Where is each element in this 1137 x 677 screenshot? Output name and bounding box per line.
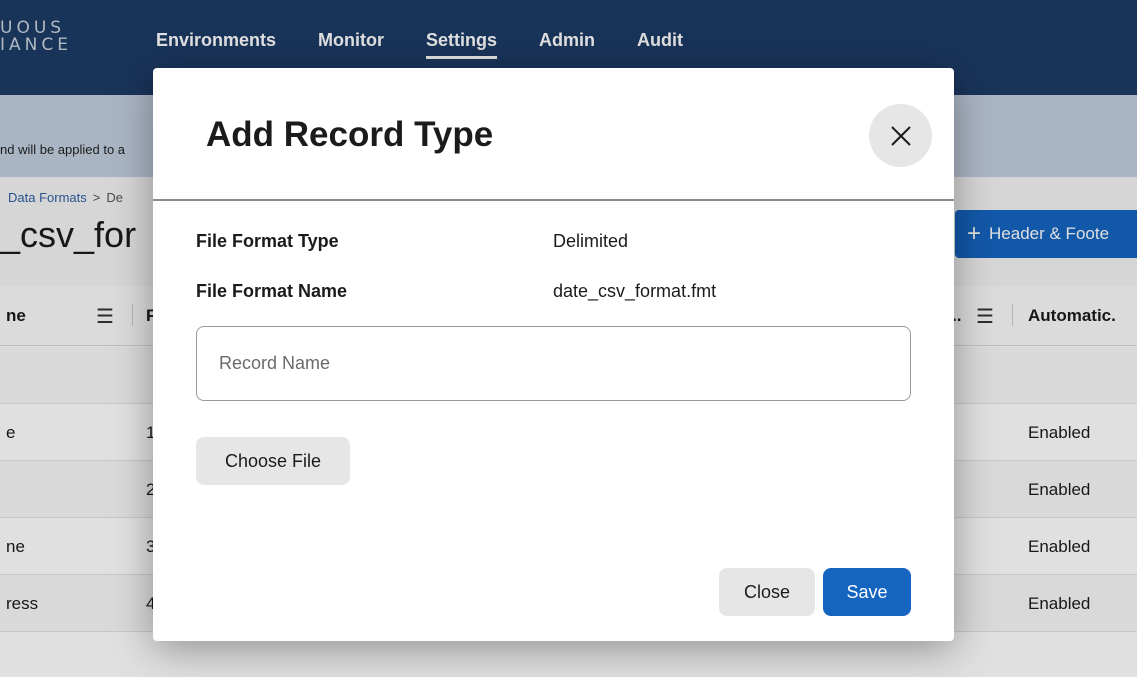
- file-format-type-value: Delimited: [553, 231, 629, 251]
- file-format-name-value: date_csv_format.fmt: [553, 281, 717, 301]
- choose-file-button[interactable]: Choose File: [196, 437, 350, 485]
- save-button[interactable]: Save: [823, 568, 911, 616]
- file-format-name-label: File Format Name: [196, 281, 348, 301]
- dialog-title: Add Record Type: [206, 115, 494, 154]
- close-button[interactable]: Close: [719, 568, 815, 616]
- file-format-type-label: File Format Type: [196, 231, 339, 251]
- close-icon: [890, 125, 911, 146]
- add-record-type-dialog: Add Record Type File Format Type Delimit…: [153, 68, 954, 641]
- record-name-input[interactable]: [196, 326, 911, 401]
- dialog-header: Add Record Type: [153, 68, 954, 201]
- close-dialog-button[interactable]: [869, 104, 932, 167]
